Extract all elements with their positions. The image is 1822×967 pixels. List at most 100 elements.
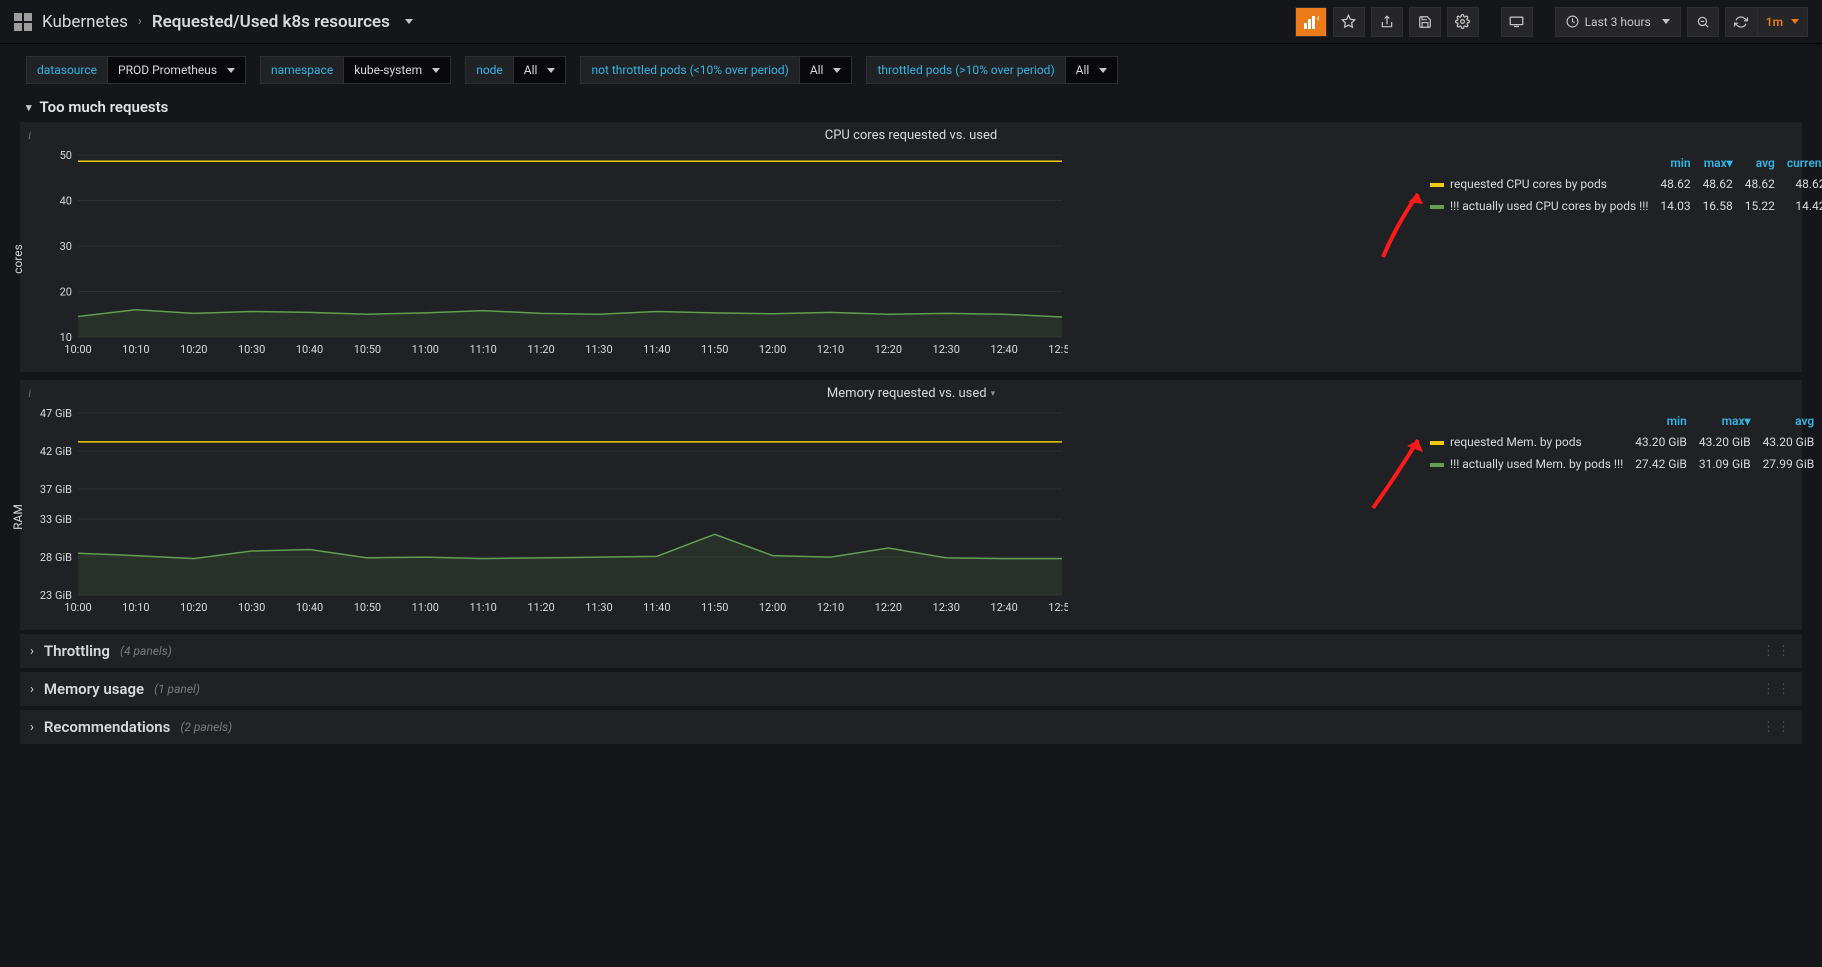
variable-label: throttled pods (>10% over period): [866, 56, 1064, 84]
svg-text:12:20: 12:20: [875, 601, 902, 614]
row-title: Throttling: [44, 642, 110, 660]
svg-text:11:40: 11:40: [643, 601, 670, 614]
template-variable-bar: datasourcePROD Prometheus namespacekube-…: [0, 44, 1822, 92]
panel-memory: i Memory requested vs. used ▾ RAM 23 GiB…: [20, 380, 1802, 630]
panel-memory-title[interactable]: Memory requested vs. used ▾: [20, 380, 1802, 403]
panel-cpu-graph[interactable]: cores 102030405010:0010:1010:2010:3010:4…: [20, 145, 1412, 372]
zoom-out-button[interactable]: [1687, 7, 1719, 37]
svg-text:10:40: 10:40: [296, 601, 323, 614]
svg-text:12:20: 12:20: [875, 343, 902, 356]
svg-text:12:30: 12:30: [933, 343, 960, 356]
dashboard-list-icon[interactable]: [14, 13, 32, 31]
legend-header-max[interactable]: max▾: [1697, 153, 1739, 173]
legend-min: 43.20 GiB: [1629, 431, 1693, 453]
cycle-view-button[interactable]: [1501, 7, 1533, 37]
star-icon: [1341, 14, 1356, 29]
caret-down-icon: [833, 68, 841, 73]
add-panel-button[interactable]: +: [1295, 7, 1327, 37]
chevron-right-icon: ›: [30, 644, 34, 659]
panel-info-icon[interactable]: i: [28, 386, 31, 401]
legend-header-series[interactable]: [1424, 153, 1654, 173]
variable-label: datasource: [26, 56, 107, 84]
variable-value-picker[interactable]: All: [799, 56, 853, 84]
legend-max: 16.58: [1697, 195, 1739, 217]
legend-current: 48.62: [1781, 173, 1822, 195]
legend-swatch-icon: [1430, 205, 1444, 209]
share-button[interactable]: [1371, 7, 1403, 37]
svg-text:10:50: 10:50: [354, 601, 381, 614]
legend-header-min[interactable]: min: [1629, 411, 1693, 431]
svg-text:10:10: 10:10: [122, 343, 149, 356]
chevron-down-icon: ▾: [26, 101, 32, 114]
row-toggle-recommendations[interactable]: ›Recommendations(2 panels)⋮⋮: [20, 710, 1802, 744]
row-panel-count: (1 panel): [154, 682, 200, 696]
memory-chart-svg: 23 GiB28 GiB33 GiB37 GiB42 GiB47 GiB10:0…: [28, 407, 1068, 617]
legend-header-avg[interactable]: avg: [1739, 153, 1781, 173]
row-drag-handle-icon[interactable]: ⋮⋮: [1762, 720, 1792, 735]
gear-icon: [1455, 14, 1470, 29]
variable-node: nodeAll: [465, 56, 566, 84]
monitor-icon: [1509, 15, 1524, 28]
legend-max: 31.09 GiB: [1693, 453, 1757, 475]
variable-value-picker[interactable]: All: [1065, 56, 1119, 84]
settings-button[interactable]: [1447, 7, 1479, 37]
save-icon: [1418, 15, 1432, 29]
svg-text:11:50: 11:50: [701, 343, 728, 356]
row-title: Memory usage: [44, 680, 144, 698]
row-drag-handle-icon[interactable]: ⋮⋮: [1762, 682, 1792, 697]
panel-info-icon[interactable]: i: [28, 128, 31, 143]
time-range-picker[interactable]: Last 3 hours: [1555, 7, 1681, 37]
legend-header-avg[interactable]: avg: [1757, 411, 1821, 431]
caret-down-icon: [1791, 19, 1799, 24]
svg-text:10:20: 10:20: [180, 601, 207, 614]
top-toolbar: Kubernetes › Requested/Used k8s resource…: [0, 0, 1822, 44]
variable-value-picker[interactable]: All: [513, 56, 567, 84]
legend-swatch-icon: [1430, 463, 1444, 467]
refresh-rate-label: 1m: [1766, 15, 1783, 29]
star-button[interactable]: [1333, 7, 1365, 37]
legend-current: 14.42: [1781, 195, 1822, 217]
row-toggle-too-much-requests[interactable]: ▾ Too much requests: [0, 92, 1822, 122]
variable-label: not throttled pods (<10% over period): [580, 56, 798, 84]
panel-memory-graph[interactable]: RAM 23 GiB28 GiB33 GiB37 GiB42 GiB47 GiB…: [20, 403, 1412, 630]
legend-row[interactable]: !!! actually used Mem. by pods !!!27.42 …: [1424, 453, 1822, 475]
svg-text:42 GiB: 42 GiB: [40, 445, 72, 458]
svg-text:11:50: 11:50: [701, 601, 728, 614]
breadcrumb-dashboard[interactable]: Requested/Used k8s resources: [152, 12, 390, 32]
breadcrumb-root[interactable]: Kubernetes: [42, 12, 128, 32]
legend-header-min[interactable]: min: [1654, 153, 1696, 173]
legend-header-max[interactable]: max▾: [1693, 411, 1757, 431]
row-toggle-memory-usage[interactable]: ›Memory usage(1 panel)⋮⋮: [20, 672, 1802, 706]
svg-text:11:00: 11:00: [412, 343, 439, 356]
panel-cpu-title[interactable]: CPU cores requested vs. used: [20, 122, 1802, 145]
refresh-button[interactable]: [1725, 7, 1757, 37]
svg-text:12:50: 12:50: [1048, 343, 1068, 356]
chevron-right-icon: ›: [138, 14, 142, 29]
legend-header-current[interactable]: current: [1781, 153, 1822, 173]
panel-cpu: i CPU cores requested vs. used cores 102…: [20, 122, 1802, 372]
row-toggle-throttling[interactable]: ›Throttling(4 panels)⋮⋮: [20, 634, 1802, 668]
svg-text:11:20: 11:20: [527, 343, 554, 356]
save-button[interactable]: [1409, 7, 1441, 37]
bar-chart-plus-icon: +: [1303, 15, 1319, 29]
svg-text:11:30: 11:30: [585, 343, 612, 356]
share-icon: [1380, 15, 1394, 29]
svg-text:12:10: 12:10: [817, 601, 844, 614]
svg-text:11:30: 11:30: [585, 601, 612, 614]
legend-row[interactable]: requested Mem. by pods43.20 GiB43.20 GiB…: [1424, 431, 1822, 453]
variable-value-picker[interactable]: PROD Prometheus: [107, 56, 246, 84]
dashboard-dropdown-caret-icon[interactable]: [405, 19, 413, 24]
legend-row[interactable]: !!! actually used CPU cores by pods !!!1…: [1424, 195, 1822, 217]
svg-text:50: 50: [60, 149, 72, 162]
row-drag-handle-icon[interactable]: ⋮⋮: [1762, 644, 1792, 659]
legend-row[interactable]: requested CPU cores by pods48.6248.6248.…: [1424, 173, 1822, 195]
svg-text:10:50: 10:50: [354, 343, 381, 356]
svg-text:11:20: 11:20: [527, 601, 554, 614]
refresh-interval-picker[interactable]: 1m: [1757, 7, 1808, 37]
variable-value-picker[interactable]: kube-system: [343, 56, 451, 84]
legend-header-series[interactable]: [1424, 411, 1629, 431]
svg-text:33 GiB: 33 GiB: [40, 513, 72, 526]
svg-text:40: 40: [60, 195, 72, 208]
variable-label: node: [465, 56, 513, 84]
svg-text:11:00: 11:00: [412, 601, 439, 614]
